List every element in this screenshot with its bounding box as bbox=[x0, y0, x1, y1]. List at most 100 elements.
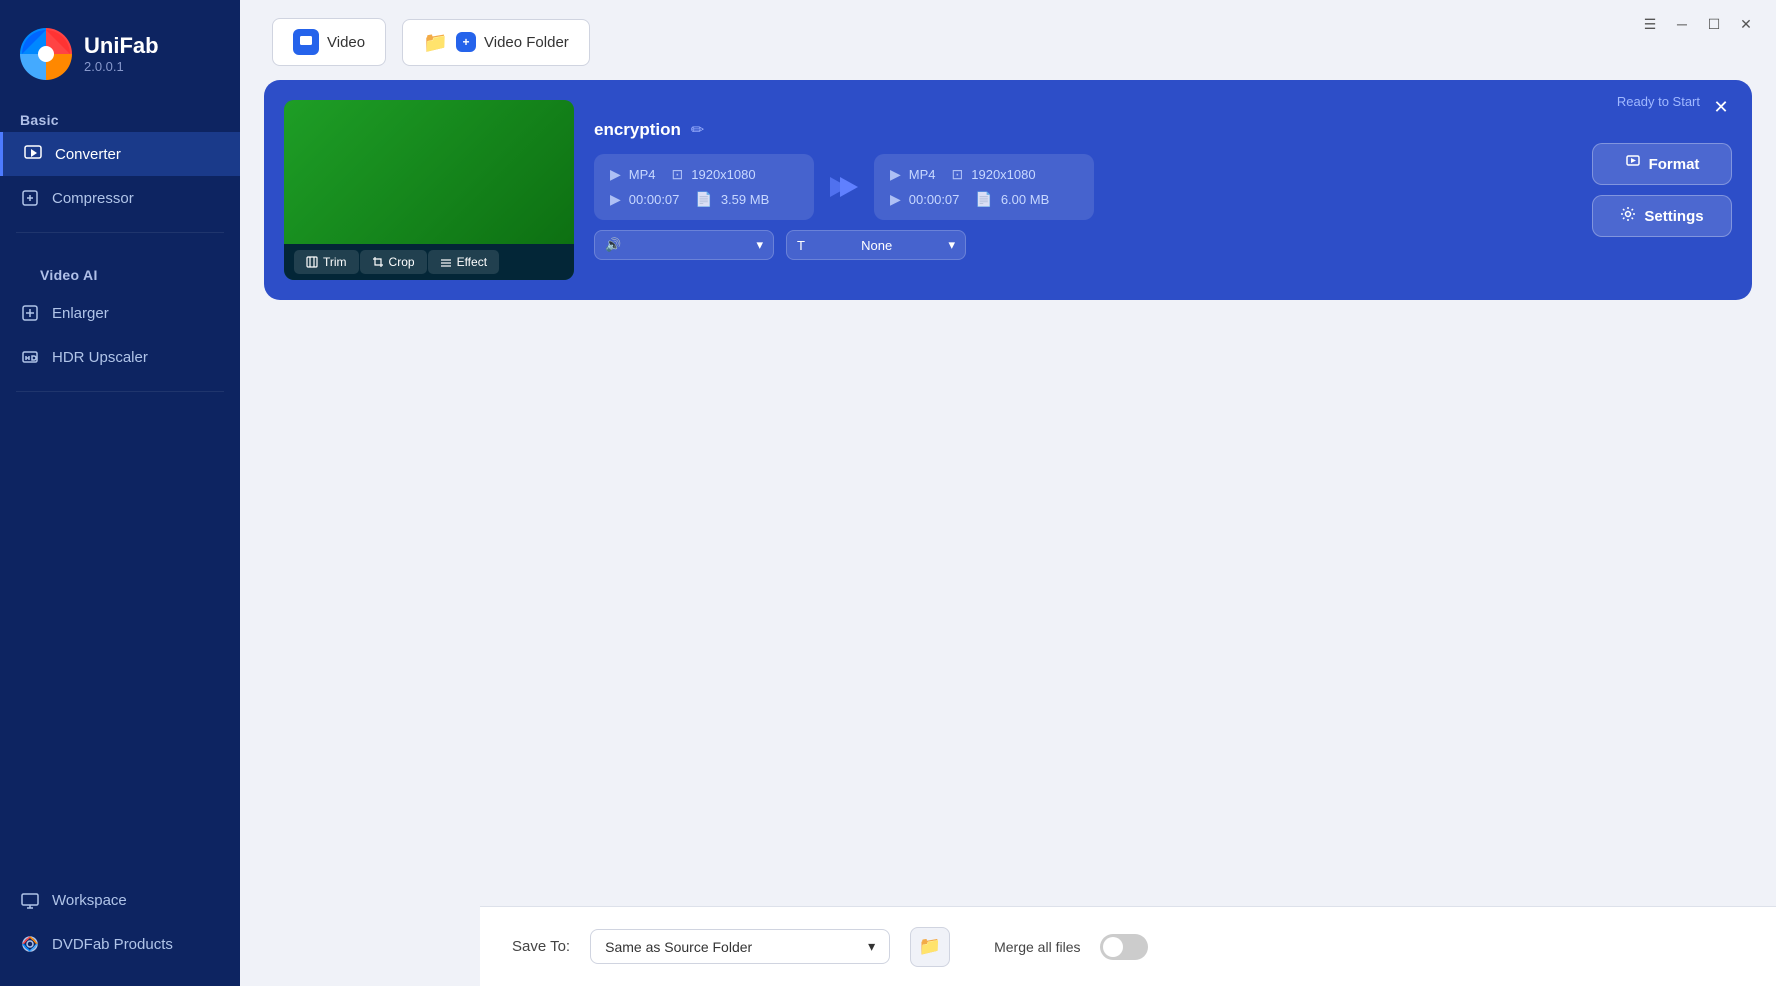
output-format-row: ▶ MP4 ⊡ 1920x1080 bbox=[890, 166, 1078, 183]
output-duration: 00:00:07 bbox=[909, 192, 960, 207]
dvdfab-icon bbox=[20, 934, 40, 954]
trim-button[interactable]: Trim bbox=[294, 250, 359, 274]
app-logo-icon bbox=[20, 28, 72, 80]
output-duration-icon: ▶ bbox=[890, 191, 901, 208]
workspace-label: Workspace bbox=[52, 892, 127, 909]
merge-label: Merge all files bbox=[994, 939, 1080, 955]
video-ai-label: Video AI bbox=[20, 259, 220, 287]
settings-btn-icon bbox=[1620, 206, 1636, 226]
audio-select[interactable]: 🔊 ▾ bbox=[594, 230, 774, 260]
folder-icon: 📁 bbox=[423, 30, 448, 55]
settings-label: Settings bbox=[1644, 208, 1703, 225]
maximize-button[interactable]: ☐ bbox=[1700, 10, 1728, 38]
settings-button[interactable]: Settings bbox=[1592, 195, 1732, 237]
save-dropdown-chevron: ▾ bbox=[868, 938, 875, 955]
output-resolution: 1920x1080 bbox=[971, 167, 1035, 182]
minimize-button[interactable]: ─ bbox=[1668, 10, 1696, 38]
compressor-icon bbox=[20, 188, 40, 208]
output-format: MP4 bbox=[909, 167, 936, 182]
compressor-label: Compressor bbox=[52, 190, 134, 207]
edit-name-icon[interactable]: ✏ bbox=[691, 120, 704, 140]
hdr-label: HDR Upscaler bbox=[52, 349, 148, 366]
output-time-row: ▶ 00:00:07 📄 6.00 MB bbox=[890, 191, 1078, 208]
add-video-icon bbox=[293, 29, 319, 55]
source-file-box: ▶ MP4 ⊡ 1920x1080 ▶ 00:00:07 📄 3.59 MB bbox=[594, 154, 814, 220]
add-video-button[interactable]: Video bbox=[272, 18, 386, 66]
sidebar-item-enlarger[interactable]: Enlarger bbox=[0, 291, 240, 335]
audio-icon: 🔊 bbox=[605, 237, 621, 253]
source-time-row: ▶ 00:00:07 📄 3.59 MB bbox=[610, 191, 798, 208]
thumbnail-controls: Trim Crop Effect bbox=[284, 244, 574, 280]
save-path-value: Same as Source Folder bbox=[605, 939, 752, 955]
format-button[interactable]: Format bbox=[1592, 143, 1732, 185]
app-name: UniFab bbox=[84, 35, 159, 57]
logo-area: UniFab 2.0.0.1 bbox=[0, 0, 240, 104]
basic-section-label: Basic bbox=[0, 104, 240, 132]
file-info-row: ▶ MP4 ⊡ 1920x1080 ▶ 00:00:07 📄 3.59 MB bbox=[594, 154, 1556, 220]
sidebar-item-converter[interactable]: Converter bbox=[0, 132, 240, 176]
close-button[interactable]: ✕ bbox=[1732, 10, 1760, 38]
output-file-box: ▶ MP4 ⊡ 1920x1080 ▶ 00:00:07 📄 6.00 MB bbox=[874, 154, 1094, 220]
bottom-bar: Save To: Same as Source Folder ▾ 📁 Merge… bbox=[480, 906, 1776, 986]
sidebar-divider-1 bbox=[16, 232, 224, 233]
subtitle-icon: T bbox=[797, 238, 805, 253]
sidebar-divider-2 bbox=[16, 391, 224, 392]
dvdfab-label: DVDFab Products bbox=[52, 936, 173, 953]
enlarger-icon bbox=[20, 303, 40, 323]
subtitle-select[interactable]: T None ▾ bbox=[786, 230, 966, 260]
source-duration-icon: ▶ bbox=[610, 191, 621, 208]
save-path-dropdown[interactable]: Same as Source Folder ▾ bbox=[590, 929, 890, 964]
output-size: 6.00 MB bbox=[1001, 192, 1049, 207]
converter-icon bbox=[23, 144, 43, 164]
audio-chevron: ▾ bbox=[756, 237, 763, 253]
title-bar: ☰ ─ ☐ ✕ bbox=[1620, 0, 1776, 48]
crop-label: Crop bbox=[389, 255, 415, 269]
sidebar-item-dvdfab[interactable]: DVDFab Products bbox=[0, 922, 240, 966]
add-folder-plus-icon: + bbox=[456, 32, 476, 52]
merge-toggle[interactable] bbox=[1100, 934, 1148, 960]
effect-button[interactable]: Effect bbox=[428, 250, 499, 274]
hdr-icon bbox=[20, 347, 40, 367]
source-format: MP4 bbox=[629, 167, 656, 182]
crop-button[interactable]: Crop bbox=[360, 250, 427, 274]
video-card: Ready to Start ✕ Trim bbox=[264, 80, 1752, 300]
content-area: Ready to Start ✕ Trim bbox=[240, 80, 1776, 986]
subtitle-chevron: ▾ bbox=[948, 237, 955, 253]
source-size: 3.59 MB bbox=[721, 192, 769, 207]
trim-label: Trim bbox=[323, 255, 347, 269]
source-format-row: ▶ MP4 ⊡ 1920x1080 bbox=[610, 166, 798, 183]
add-video-label: Video bbox=[327, 34, 365, 51]
video-filename: encryption bbox=[594, 120, 681, 140]
folder-browse-icon: 📁 bbox=[919, 936, 941, 957]
video-card-close[interactable]: ✕ bbox=[1708, 94, 1734, 120]
logo-text: UniFab 2.0.0.1 bbox=[84, 35, 159, 74]
sidebar-item-compressor[interactable]: Compressor bbox=[0, 176, 240, 220]
main-content: ☰ ─ ☐ ✕ Video 📁 + Video Folder Ready to … bbox=[240, 0, 1776, 986]
output-res-icon: ⊡ bbox=[952, 166, 964, 183]
app-version: 2.0.0.1 bbox=[84, 59, 159, 74]
output-size-icon: 📄 bbox=[975, 191, 992, 208]
video-thumbnail: Trim Crop Effect bbox=[284, 100, 574, 280]
save-to-label: Save To: bbox=[512, 938, 570, 955]
sidebar-item-hdr[interactable]: HDR Upscaler bbox=[0, 335, 240, 379]
add-folder-button[interactable]: 📁 + Video Folder bbox=[402, 19, 590, 66]
source-resolution: 1920x1080 bbox=[691, 167, 755, 182]
workspace-icon bbox=[20, 890, 40, 910]
menu-button[interactable]: ☰ bbox=[1636, 10, 1664, 38]
conversion-arrow bbox=[826, 169, 862, 205]
source-format-icon: ▶ bbox=[610, 166, 621, 183]
add-folder-label: Video Folder bbox=[484, 34, 569, 51]
converter-label: Converter bbox=[55, 146, 121, 163]
sidebar-item-workspace[interactable]: Workspace bbox=[0, 878, 240, 922]
thumbnail-preview bbox=[284, 100, 574, 244]
source-duration: 00:00:07 bbox=[629, 192, 680, 207]
enlarger-label: Enlarger bbox=[52, 305, 109, 322]
folder-browse-button[interactable]: 📁 bbox=[910, 927, 950, 967]
sidebar-bottom: Workspace DVDFab Products bbox=[0, 878, 240, 986]
video-name-row: encryption ✏ bbox=[594, 120, 1556, 140]
output-format-icon: ▶ bbox=[890, 166, 901, 183]
media-dropdowns: 🔊 ▾ T None ▾ bbox=[594, 230, 1556, 260]
ready-badge: Ready to Start bbox=[1617, 94, 1700, 109]
action-buttons: Format Settings bbox=[1592, 143, 1732, 237]
source-res-icon: ⊡ bbox=[672, 166, 684, 183]
